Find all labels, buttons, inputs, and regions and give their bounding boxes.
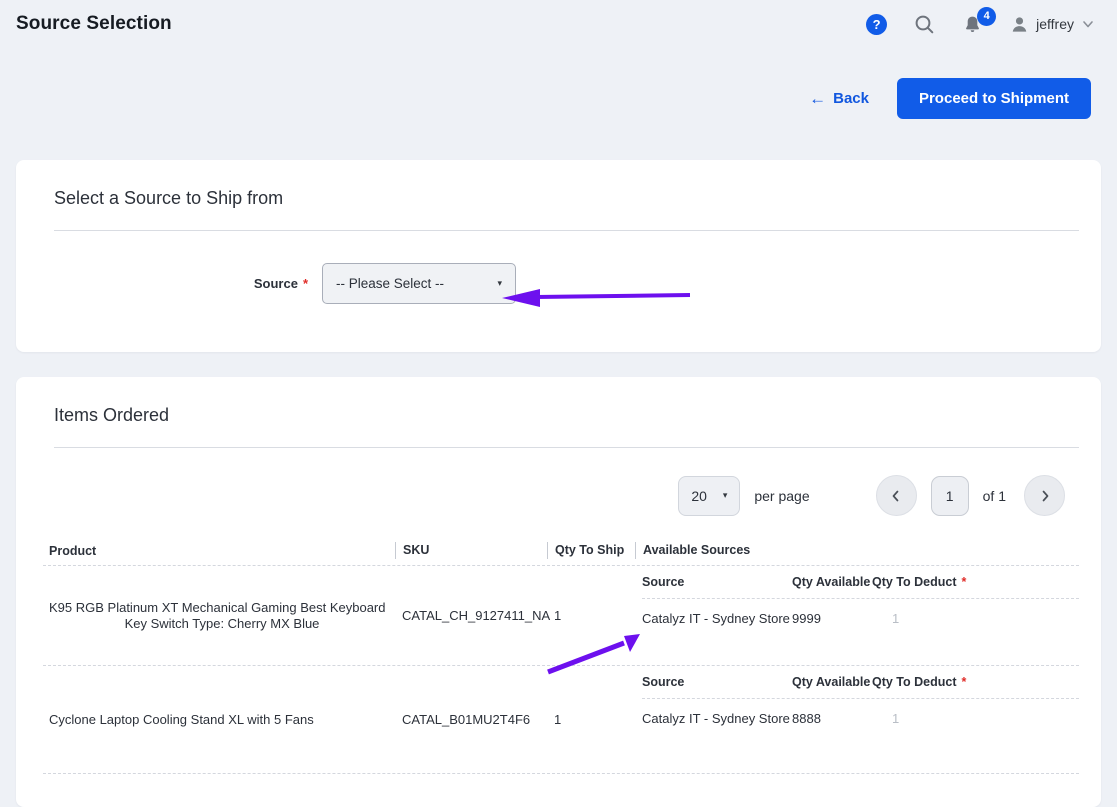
divider [54, 230, 1079, 231]
user-avatar-icon [1012, 16, 1027, 32]
product-option: Key Switch Type: Cherry MX Blue [124, 616, 320, 631]
items-ordered-card: Items Ordered 20 ▾ per page of 1 Product… [16, 377, 1101, 807]
qty-to-ship-cell: 1 [554, 608, 562, 623]
sku-cell: CATAL_B01MU2T4F6 [402, 712, 531, 727]
table-header-row: Product SKU Qty To Ship Available Source… [43, 536, 1079, 566]
source-field-label: Source * [253, 276, 308, 291]
source-subheader-row: Source Qty Available Qty To Deduct * [642, 575, 1079, 599]
top-bar: Source Selection ? 4 jeffrey [0, 0, 1117, 45]
subcolumn-qty-available: Qty Available [792, 675, 871, 689]
select-caret-icon: ▾ [497, 278, 502, 288]
page-size-value: 20 [691, 487, 707, 504]
divider [54, 447, 1079, 448]
qty-available-value: 9999 [792, 611, 821, 626]
page-size-select[interactable]: 20 ▾ [678, 475, 741, 516]
source-form-row: Source * -- Please Select -- ▾ [38, 263, 1079, 304]
qty-available-value: 8888 [792, 711, 821, 726]
source-card-title: Select a Source to Ship from [54, 188, 284, 208]
product-cell: Cyclone Laptop Cooling Stand XL with 5 F… [43, 666, 395, 773]
product-cell: K95 RGB Platinum XT Mechanical Gaming Be… [43, 566, 395, 665]
previous-page-button[interactable] [875, 475, 917, 516]
source-select-dropdown[interactable]: -- Please Select -- ▾ [322, 263, 516, 304]
product-name: Cyclone Laptop Cooling Stand XL with 5 F… [49, 712, 314, 727]
table-row: K95 RGB Platinum XT Mechanical Gaming Be… [43, 566, 1079, 666]
qty-to-ship-cell: 1 [554, 712, 562, 727]
back-arrow-icon: ← [809, 88, 827, 108]
user-name: jeffrey [1036, 16, 1074, 32]
back-button[interactable]: ← Back [809, 89, 869, 109]
help-icon[interactable]: ? [866, 13, 888, 35]
qty-to-deduct-input[interactable] [872, 711, 1022, 726]
subcolumn-source: Source [642, 575, 685, 589]
chevron-right-icon [1042, 490, 1048, 501]
notifications-bell-icon[interactable]: 4 [962, 6, 997, 35]
subcolumn-qty-available: Qty Available [792, 575, 871, 589]
search-icon[interactable] [914, 14, 935, 35]
subcolumn-source: Source [642, 675, 685, 689]
sku-cell: CATAL_CH_9127411_NA [402, 608, 551, 623]
chevron-down-icon [1083, 21, 1093, 28]
required-marker: * [961, 675, 967, 689]
per-page-label: per page [754, 487, 810, 504]
subcolumn-qty-to-deduct: Qty To Deduct * [872, 575, 967, 589]
chevron-left-icon [892, 490, 899, 501]
topbar-icons: ? 4 jeffrey [866, 6, 1095, 35]
items-card-title: Items Ordered [54, 405, 170, 425]
user-menu[interactable]: jeffrey [1010, 15, 1095, 34]
notification-count-badge: 4 [977, 6, 997, 26]
column-header-qty-to-ship: Qty To Ship [547, 542, 635, 559]
next-page-button[interactable] [1024, 475, 1065, 516]
items-table: Product SKU Qty To Ship Available Source… [43, 536, 1079, 774]
qty-to-deduct-input[interactable] [872, 611, 1022, 626]
table-row: Cyclone Laptop Cooling Stand XL with 5 F… [43, 666, 1079, 774]
column-header-product: Product [49, 543, 97, 558]
subcolumn-qty-to-deduct: Qty To Deduct * [872, 675, 967, 689]
action-row: ← Back Proceed to Shipment [0, 78, 1091, 119]
pagination: 20 ▾ per page of 1 [38, 475, 1079, 516]
page-count-label: of 1 [982, 487, 1006, 504]
column-header-available-sources: Available Sources [635, 542, 1079, 559]
source-subheader-row: Source Qty Available Qty To Deduct * [642, 675, 1079, 699]
available-sources-cell: Source Qty Available Qty To Deduct * Cata… [635, 566, 1079, 665]
source-row: Catalyz IT - Sydney Store 8888 [642, 699, 1079, 726]
current-page-input[interactable] [930, 475, 969, 516]
available-sources-cell: Source Qty Available Qty To Deduct * Cata… [635, 666, 1079, 773]
required-marker: * [302, 276, 308, 291]
source-row: Catalyz IT - Sydney Store 9999 [642, 599, 1079, 626]
source-select-value: -- Please Select -- [336, 276, 445, 291]
source-name: Catalyz IT - Sydney Store [642, 611, 790, 626]
proceed-to-shipment-button[interactable]: Proceed to Shipment [896, 78, 1091, 119]
select-caret-icon: ▾ [722, 490, 728, 500]
source-name: Catalyz IT - Sydney Store [642, 711, 790, 726]
source-select-card: Select a Source to Ship from Source * -- … [16, 160, 1101, 352]
page-title: Source Selection [16, 13, 172, 34]
column-header-sku: SKU [395, 542, 547, 559]
required-marker: * [961, 575, 967, 589]
back-label: Back [833, 90, 869, 107]
product-name: K95 RGB Platinum XT Mechanical Gaming Be… [49, 600, 386, 615]
